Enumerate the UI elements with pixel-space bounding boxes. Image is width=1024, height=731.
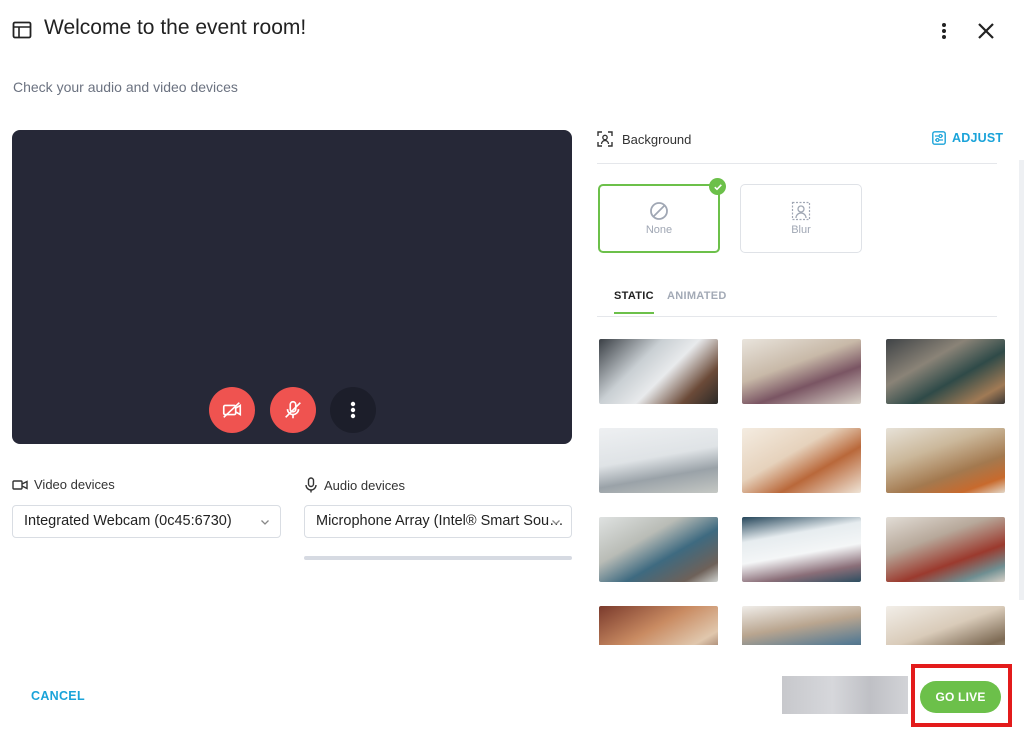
sliders-icon (932, 131, 946, 145)
sidebar-panel-icon (12, 21, 32, 39)
dialog-header: Welcome to the event room! (0, 0, 1024, 60)
background-option-blur[interactable]: Blur (740, 184, 862, 253)
go-live-button[interactable]: GO LIVE (920, 681, 1001, 713)
video-device-select[interactable]: Integrated Webcam (0c45:6730) (12, 505, 281, 538)
background-thumbnail[interactable] (599, 428, 718, 493)
background-label: Background (622, 132, 692, 147)
background-thumbnail[interactable] (742, 339, 861, 404)
camera-off-icon (222, 402, 242, 418)
audio-level-meter (304, 556, 572, 560)
audio-device-value: Microphone Array (Intel® Smart Sou… (316, 513, 564, 529)
camera-off-button[interactable] (209, 387, 255, 433)
background-thumbnail[interactable] (599, 339, 718, 404)
dialog-subtitle: Check your audio and video devices (13, 79, 238, 95)
audio-devices-label: Audio devices (304, 477, 405, 493)
tab-animated[interactable]: ANIMATED (667, 290, 727, 302)
background-thumbnail[interactable] (886, 339, 1005, 404)
background-thumbnail[interactable] (742, 517, 861, 582)
background-thumbnail-grid (599, 339, 1009, 645)
blur-person-icon (791, 201, 811, 221)
microphone-icon (305, 477, 317, 493)
dialog-title: Welcome to the event room! (44, 16, 307, 39)
more-vertical-icon (350, 401, 356, 419)
background-thumbnail[interactable] (886, 517, 1005, 582)
video-device-value: Integrated Webcam (0c45:6730) (24, 513, 232, 529)
more-options-button[interactable] (330, 387, 376, 433)
background-thumbnail[interactable] (886, 428, 1005, 493)
option-none-label: None (645, 224, 673, 236)
video-camera-icon (12, 479, 28, 490)
background-thumbnail[interactable] (742, 606, 861, 645)
video-devices-label-text: Video devices (34, 477, 115, 492)
option-blur-label: Blur (791, 224, 811, 236)
background-person-icon (597, 131, 613, 147)
chevron-down-icon (552, 520, 560, 525)
adjust-label: ADJUST (952, 131, 1004, 145)
selected-check-icon (709, 178, 726, 195)
background-thumbnail[interactable] (599, 517, 718, 582)
adjust-button[interactable]: ADJUST (932, 131, 1003, 145)
cancel-button[interactable]: CANCEL (31, 689, 85, 703)
video-devices-label: Video devices (12, 477, 115, 492)
chevron-down-icon (261, 520, 269, 525)
background-thumbnail[interactable] (599, 606, 718, 645)
audio-devices-label-text: Audio devices (324, 477, 405, 493)
redacted-button (782, 676, 908, 714)
mic-off-button[interactable] (270, 387, 316, 433)
tab-static[interactable]: STATIC (614, 290, 654, 314)
none-icon (650, 202, 668, 220)
audio-device-select[interactable]: Microphone Array (Intel® Smart Sou… (304, 505, 572, 538)
background-tabs: STATIC ANIMATED (597, 284, 997, 317)
close-icon[interactable] (974, 19, 998, 43)
more-vertical-icon[interactable] (934, 19, 954, 43)
panel-scrollbar[interactable] (1019, 160, 1024, 600)
background-thumbnail[interactable] (742, 428, 861, 493)
background-thumbnail[interactable] (886, 606, 1005, 645)
mic-off-icon (285, 400, 301, 419)
background-option-none[interactable]: None (598, 178, 726, 253)
